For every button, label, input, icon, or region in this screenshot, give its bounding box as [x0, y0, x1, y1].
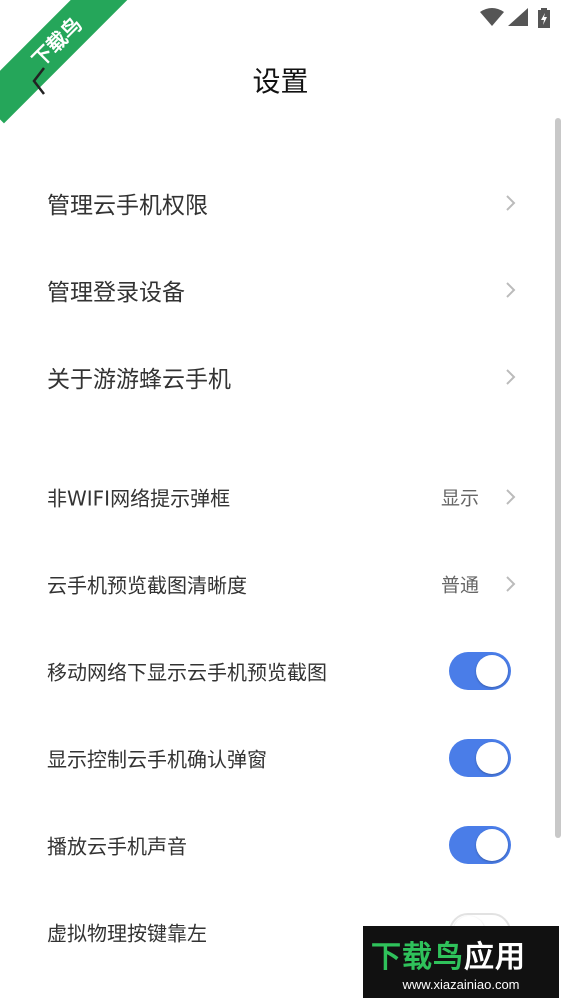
settings-item-label: 关于游游蜂云手机	[47, 367, 231, 393]
settings-item-label: 播放云手机声音	[47, 834, 187, 859]
settings-item-play-sound: 播放云手机声音	[0, 805, 555, 885]
watermark-brand-url: www.xiazainiao.com	[402, 977, 520, 992]
chevron-right-icon	[506, 282, 516, 298]
chevron-right-icon	[506, 195, 516, 211]
chevron-right-icon	[506, 576, 516, 592]
settings-item-label: 管理登录设备	[47, 280, 185, 306]
settings-item-confirm-dialog: 显示控制云手机确认弹窗	[0, 718, 555, 798]
settings-item-mobile-preview: 移动网络下显示云手机预览截图	[0, 631, 555, 711]
signal-icon	[508, 8, 528, 26]
wifi-icon	[480, 8, 504, 26]
settings-item-label: 虚拟物理按键靠左	[47, 921, 207, 946]
watermark-brand-title: 下载鸟应用	[371, 940, 526, 975]
settings-item-preview-clarity[interactable]: 云手机预览截图清晰度 普通	[0, 544, 555, 624]
settings-item-value: 显示	[440, 487, 479, 510]
toggle-knob	[476, 829, 508, 861]
watermark-brand: 下载鸟应用 www.xiazainiao.com	[363, 926, 559, 998]
mobile-preview-toggle[interactable]	[449, 652, 511, 690]
chevron-right-icon	[506, 369, 516, 385]
confirm-dialog-toggle[interactable]	[449, 739, 511, 777]
settings-item-about[interactable]: 关于游游蜂云手机	[0, 337, 555, 417]
back-arrow-icon[interactable]	[26, 64, 56, 98]
settings-item-label: 管理云手机权限	[47, 193, 208, 219]
scrollbar[interactable]	[555, 118, 561, 838]
settings-item-label: 非WIFI网络提示弹框	[47, 486, 231, 511]
settings-item-login-devices[interactable]: 管理登录设备	[0, 250, 555, 330]
settings-item-label: 移动网络下显示云手机预览截图	[47, 660, 327, 685]
battery-icon	[538, 8, 550, 28]
settings-item-label: 显示控制云手机确认弹窗	[47, 747, 267, 772]
chevron-right-icon	[506, 489, 516, 505]
toggle-knob	[476, 655, 508, 687]
settings-item-label: 云手机预览截图清晰度	[47, 573, 247, 598]
settings-item-cloud-permissions[interactable]: 管理云手机权限	[0, 163, 555, 243]
page-title: 设置	[252, 65, 309, 98]
header: 设置	[0, 36, 561, 124]
settings-item-value: 普通	[440, 574, 479, 597]
play-sound-toggle[interactable]	[449, 826, 511, 864]
toggle-knob	[476, 742, 508, 774]
settings-item-non-wifi-prompt[interactable]: 非WIFI网络提示弹框 显示	[0, 457, 555, 537]
